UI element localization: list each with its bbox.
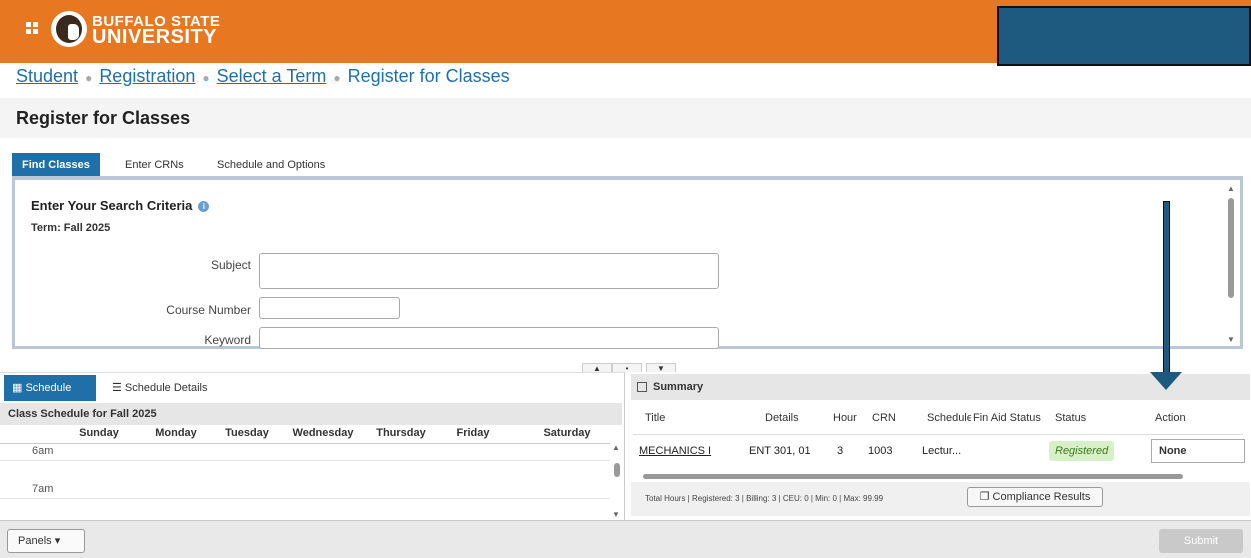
course-number-label: Course Number (166, 303, 251, 317)
column-crn[interactable]: CRN (872, 412, 902, 424)
submit-button[interactable]: Submit (1159, 529, 1243, 553)
day-wednesday: Wednesday (292, 427, 354, 439)
schedule-header: Class Schedule for Fall 2025 (0, 403, 622, 425)
tab-schedule[interactable]: ▦ Schedule (4, 375, 96, 401)
scroll-down-icon[interactable]: ▼ (612, 510, 620, 519)
calendar-icon: ▦ (12, 382, 26, 394)
breadcrumb-registration[interactable]: Registration (99, 66, 195, 86)
course-title-link[interactable]: MECHANICS I (639, 445, 711, 457)
scrollbar-thumb[interactable] (1228, 198, 1234, 298)
column-hours[interactable]: Hours (833, 412, 857, 424)
summary-panel: Summary Title Details Hours CRN Schedule… (624, 372, 1251, 520)
info-icon[interactable]: i (198, 201, 210, 212)
day-tuesday: Tuesday (225, 427, 269, 439)
column-schedule[interactable]: Schedule (927, 412, 971, 424)
footer-bar: Panels ▾ Submit (0, 520, 1251, 558)
university-logo-seal (51, 11, 87, 47)
day-header-row: Sunday Monday Tuesday Wednesday Thursday… (0, 427, 610, 444)
scroll-up-icon[interactable]: ▲ (1227, 184, 1235, 193)
time-6am: 6am (32, 445, 54, 457)
user-menu-area[interactable] (997, 6, 1251, 66)
tab-find-classes[interactable]: Find Classes (12, 153, 100, 177)
keyword-input[interactable] (259, 327, 719, 349)
page-title: Register for Classes (16, 108, 191, 128)
compliance-results-label: Compliance Results (992, 491, 1091, 503)
breadcrumb-current: Register for Classes (347, 66, 510, 86)
tab-enter-crns[interactable]: Enter CRNs (115, 153, 194, 177)
action-select[interactable]: None (1151, 439, 1245, 463)
annotation-arrow-head (1150, 372, 1182, 390)
scrollbar-thumb[interactable] (614, 463, 620, 477)
caret-down-icon: ▾ (54, 535, 61, 547)
day-monday: Monday (155, 427, 197, 439)
course-number-input[interactable] (259, 297, 400, 319)
schedule-scrollbar[interactable]: ▲ ▼ (612, 443, 622, 519)
panels-button[interactable]: Panels ▾ (7, 529, 85, 553)
search-criteria-title: Enter Your Search Criteria i (31, 198, 210, 213)
breadcrumb-student[interactable]: Student (16, 66, 78, 86)
window-icon: ❐ (979, 491, 993, 503)
time-7am: 7am (32, 483, 54, 495)
compliance-results-button[interactable]: ❐ Compliance Results (967, 487, 1103, 507)
subject-label: Subject (210, 258, 251, 272)
scrollbar-thumb[interactable] (643, 474, 1183, 479)
summary-icon (637, 382, 647, 392)
search-panel-scrollbar[interactable]: ▲ ▼ (1226, 184, 1236, 344)
university-logo-text[interactable]: BUFFALO STATE UNIVERSITY (92, 14, 220, 47)
search-criteria-label: Enter Your Search Criteria (31, 198, 193, 213)
tab-schedule-label: Schedule (25, 382, 72, 394)
status-badge: Registered (1049, 441, 1115, 461)
column-status[interactable]: Status (1055, 412, 1115, 424)
column-fin-aid-status[interactable]: Fin Aid Status (973, 412, 1047, 424)
term-label: Term: Fall 2025 (31, 222, 111, 234)
total-hours-text: Total Hours | Registered: 3 | Billing: 3… (645, 494, 884, 503)
day-friday: Friday (456, 427, 490, 439)
course-hours: 3 (837, 445, 844, 457)
column-action[interactable]: Action (1155, 412, 1215, 424)
breadcrumb: Student ● Registration ● Select a Term ● Regis… (16, 66, 510, 86)
day-thursday: Thursday (376, 427, 426, 439)
search-criteria-panel: Enter Your Search Criteria i Term: Fall 2… (12, 176, 1243, 349)
annotation-arrow-shaft (1163, 201, 1170, 374)
tab-schedule-options[interactable]: Schedule and Options (207, 153, 335, 177)
day-saturday: Saturday (543, 427, 591, 439)
panels-label: Panels (18, 535, 52, 547)
subject-input[interactable] (259, 253, 719, 289)
summary-title: Summary (653, 381, 704, 393)
tab-schedule-details-label: Schedule Details (124, 382, 208, 394)
course-details: ENT 301, 01 (749, 445, 811, 457)
totals-bar: Total Hours | Registered: 3 | Billing: 3… (631, 482, 1250, 516)
course-schedule: Lectur... (922, 445, 962, 457)
scroll-down-icon[interactable]: ▼ (1227, 335, 1235, 344)
logo-line-2: UNIVERSITY (92, 26, 218, 48)
breadcrumb-select-term[interactable]: Select a Term (217, 66, 327, 86)
apps-grid-icon[interactable] (26, 22, 38, 34)
column-title[interactable]: Title (645, 412, 705, 424)
column-details[interactable]: Details (765, 412, 825, 424)
scroll-up-icon[interactable]: ▲ (612, 443, 620, 452)
schedule-panel: ▦ Schedule ☰ Schedule Details Class Sche… (0, 372, 624, 521)
course-crn: 1003 (868, 445, 893, 457)
keyword-label: Keyword (204, 333, 251, 347)
summary-hscrollbar[interactable] (635, 473, 1245, 481)
tab-schedule-details[interactable]: ☰ Schedule Details (112, 375, 207, 401)
page-title-bar: Register for Classes (0, 98, 1251, 138)
list-icon: ☰ (112, 382, 125, 394)
day-sunday: Sunday (79, 427, 119, 439)
